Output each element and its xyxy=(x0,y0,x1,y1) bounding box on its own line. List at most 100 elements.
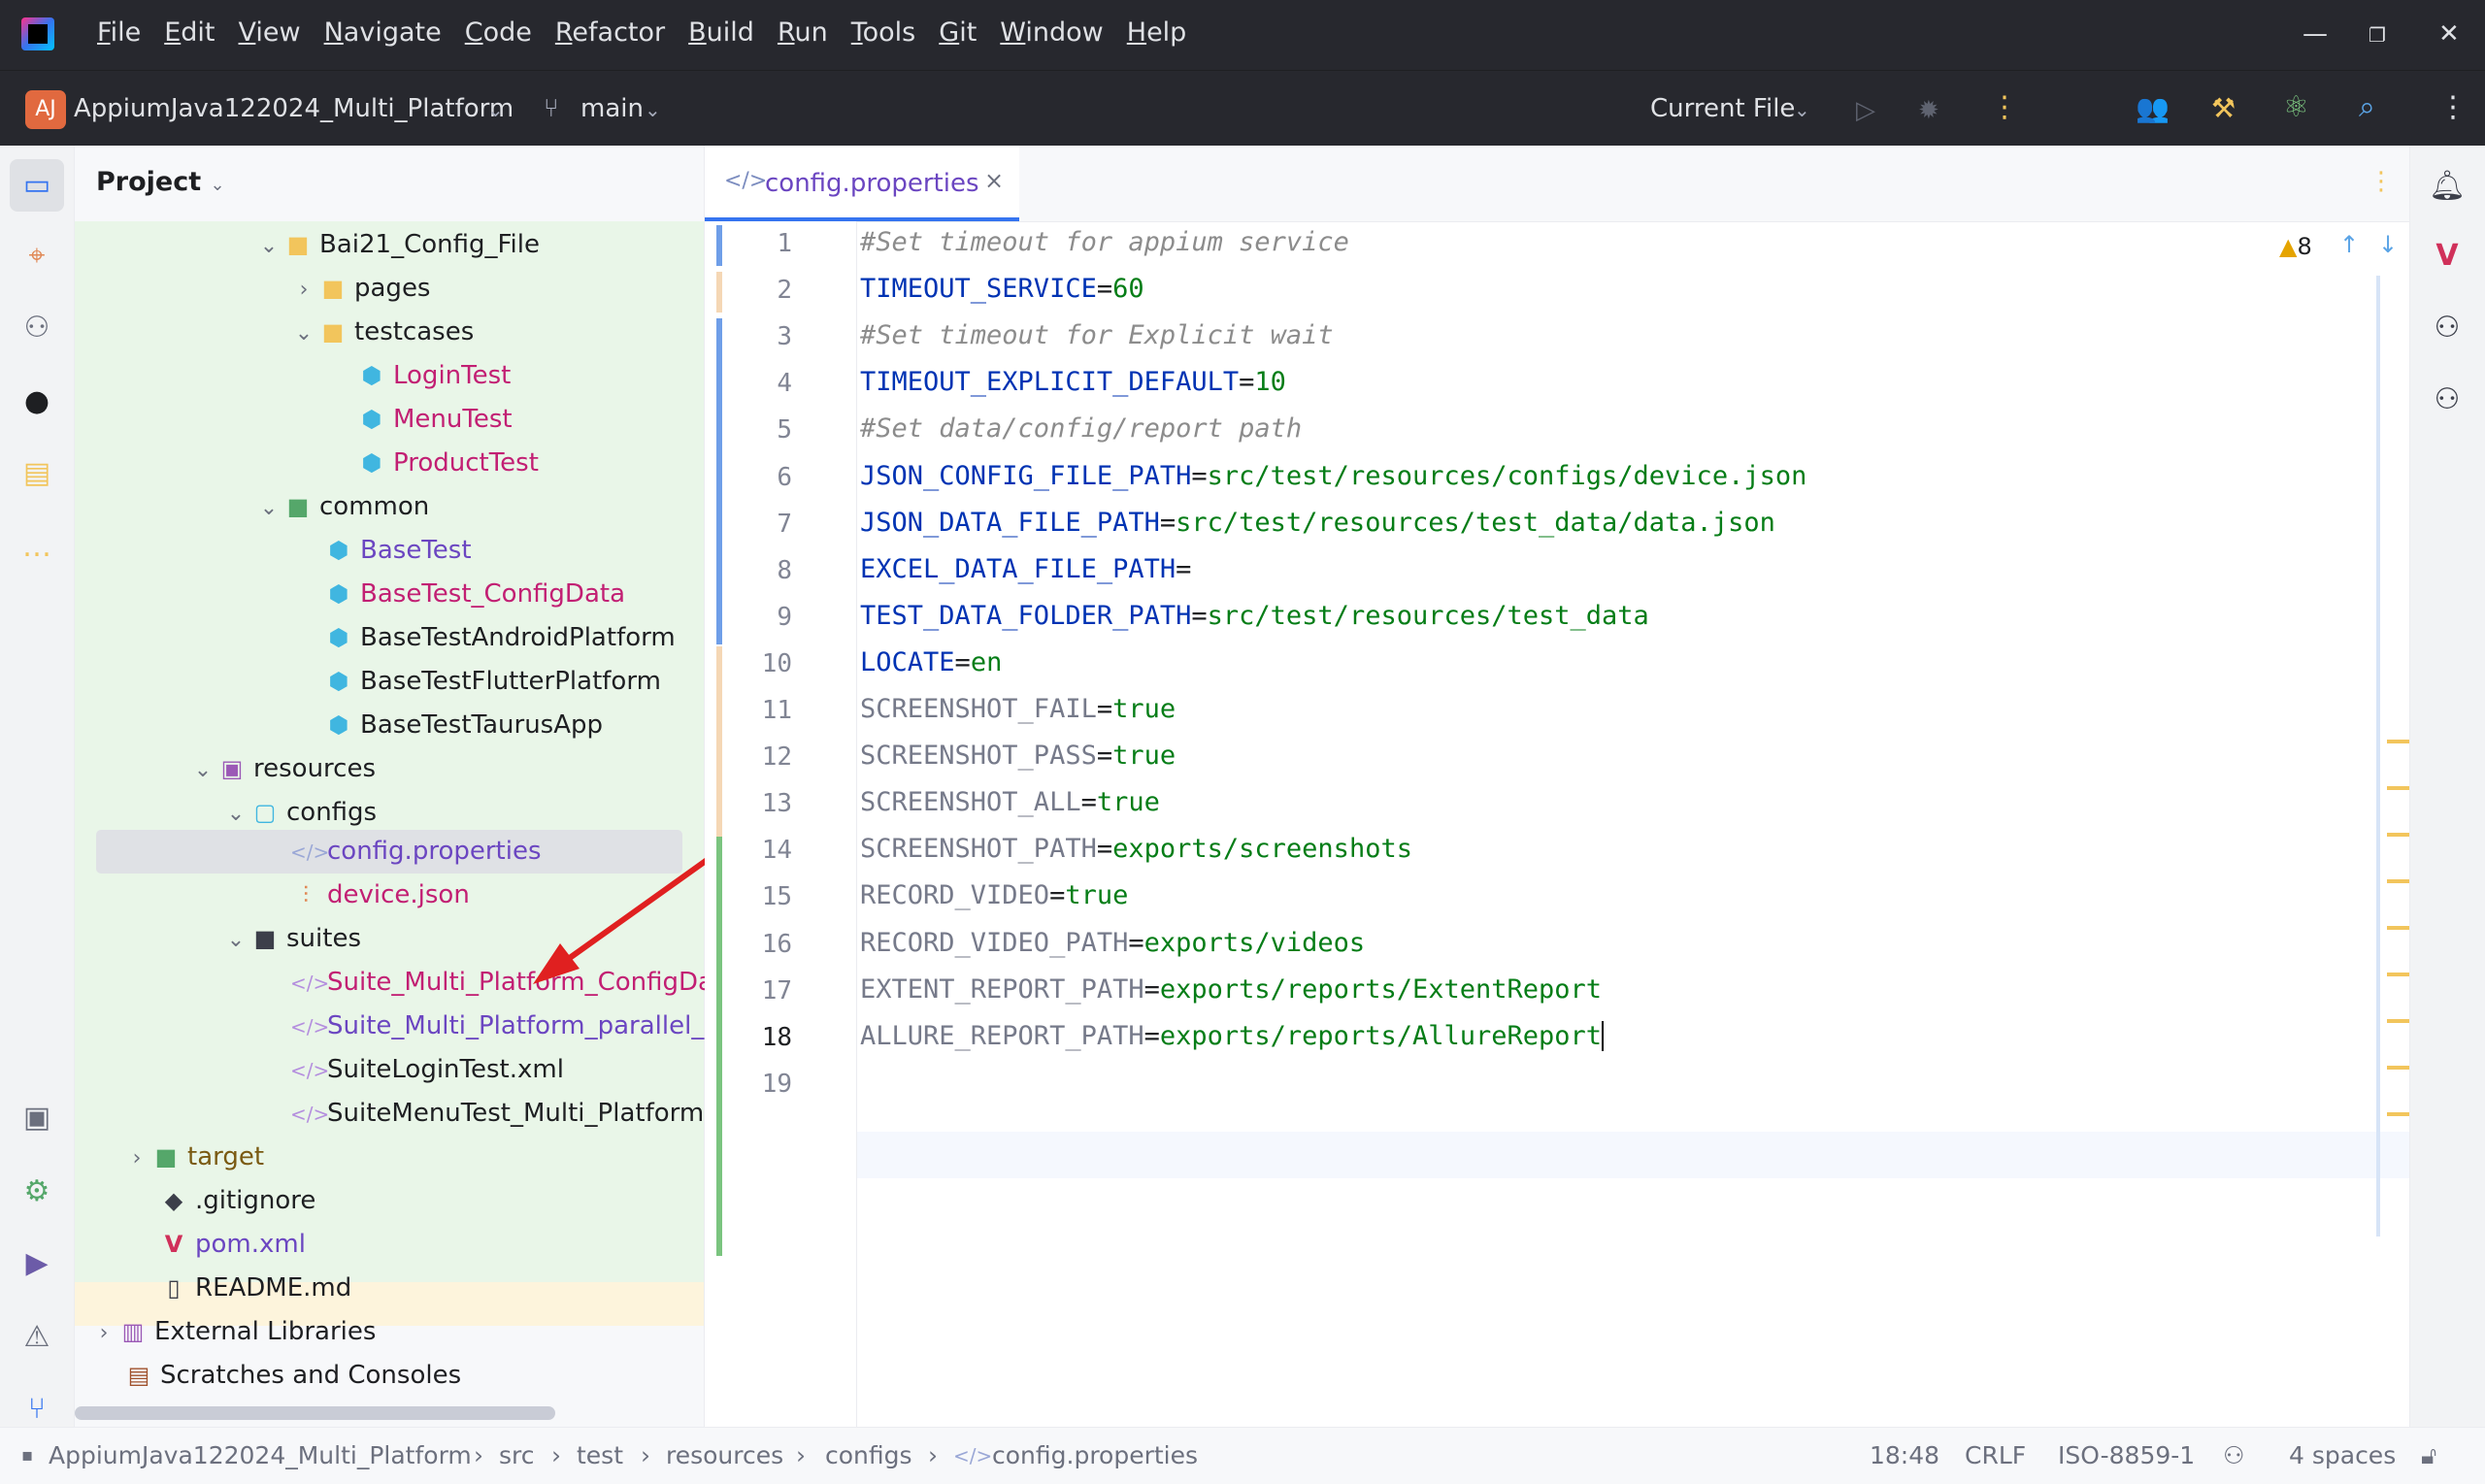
menu-navigate[interactable]: Navigate xyxy=(324,17,442,48)
copilot-icon[interactable]: ⚇ xyxy=(16,307,58,349)
code-line[interactable]: #Set data/config/report path xyxy=(860,413,1302,444)
project-panel-title[interactable]: Project ⌄ xyxy=(96,167,225,197)
breadcrumb-resources[interactable]: resources xyxy=(666,1441,783,1469)
menu-run[interactable]: Run xyxy=(778,17,828,48)
code-line[interactable]: LOCATE=en xyxy=(860,647,1002,677)
code-line[interactable]: EXCEL_DATA_FILE_PATH= xyxy=(860,554,1191,584)
tree-file-basetest[interactable]: ⬢ BaseTest xyxy=(323,529,472,573)
menu-build[interactable]: Build xyxy=(688,17,754,48)
menu-git[interactable]: Git xyxy=(939,17,977,48)
close-tab-icon[interactable]: × xyxy=(984,167,1004,194)
tree-file-pom[interactable]: Vpom.xml xyxy=(158,1223,306,1267)
menu-window[interactable]: Window xyxy=(1000,17,1103,48)
tree-scratches[interactable]: ▤ Scratches and Consoles xyxy=(123,1354,461,1398)
tab-options-icon[interactable]: ⋮ xyxy=(2369,167,2394,196)
project-badge[interactable]: AJ xyxy=(25,90,66,129)
services-icon[interactable]: ▣ xyxy=(16,1097,58,1139)
code-line[interactable]: RECORD_VIDEO=true xyxy=(860,880,1128,910)
code-line[interactable]: EXTENT_REPORT_PATH=exports/reports/Exten… xyxy=(860,974,1602,1005)
git-branch-icon[interactable]: ⑂ xyxy=(16,1388,58,1431)
editor-scrollbar[interactable] xyxy=(2376,276,2380,1237)
indent-setting[interactable]: 4 spaces xyxy=(2289,1441,2396,1469)
menu-refactor[interactable]: Refactor xyxy=(555,17,665,48)
settings-gear-icon[interactable]: ⚙ xyxy=(16,1171,58,1213)
copilot-edits-icon[interactable]: ⚇ xyxy=(2426,379,2468,421)
breadcrumb-configs[interactable]: configs xyxy=(825,1441,912,1469)
warning-stripe[interactable] xyxy=(2387,973,2410,976)
warning-stripe[interactable] xyxy=(2387,879,2410,883)
tree-file-suite-parallel[interactable]: </>Suite_Multi_Platform_parallel_me xyxy=(290,1005,745,1048)
lock-icon[interactable]: 🔓︎ xyxy=(2421,1441,2436,1470)
chevron-down-icon[interactable]: ⌄ xyxy=(1794,98,1810,121)
debug-icon[interactable]: ✹ xyxy=(1918,96,1939,125)
more-tools-icon[interactable]: … xyxy=(16,526,58,569)
restore-icon[interactable]: ❐ xyxy=(2369,23,2386,47)
code-line[interactable]: TEST_DATA_FOLDER_PATH=src/test/resources… xyxy=(860,601,1649,631)
tree-file-producttest[interactable]: ⬢ ProductTest xyxy=(356,442,539,485)
code-line[interactable]: TIMEOUT_EXPLICIT_DEFAULT=10 xyxy=(860,367,1286,397)
code-line[interactable]: ALLURE_REPORT_PATH=exports/reports/Allur… xyxy=(860,1020,1605,1051)
warning-stripe[interactable] xyxy=(2387,926,2410,930)
code-line[interactable]: #Set timeout for Explicit wait xyxy=(860,320,1334,350)
warning-stripe[interactable] xyxy=(2387,833,2410,837)
project-horizontal-scrollbar[interactable] xyxy=(75,1406,555,1420)
tab-config-properties[interactable]: </> config.properties × xyxy=(705,146,1019,221)
project-tool-icon[interactable]: ▭ xyxy=(10,159,64,212)
project-selector[interactable]: AppiumJava122024_Multi_Platform xyxy=(74,94,514,123)
chevron-down-icon[interactable]: ⌄ xyxy=(645,98,661,121)
breadcrumb-src[interactable]: src xyxy=(499,1441,535,1469)
tree-folder-testcases[interactable]: ⌄ ■ testcases xyxy=(290,311,474,354)
tree-folder-target[interactable]: › ■ target xyxy=(123,1136,264,1179)
settings-menu-icon[interactable]: ⋮ xyxy=(2438,90,2468,124)
warnings-indicator[interactable]: ▲8 xyxy=(2279,233,2312,260)
tree-file-menutest[interactable]: ⬢ MenuTest xyxy=(356,398,513,442)
tree-folder-common[interactable]: ⌄ ■ common xyxy=(255,485,429,529)
menu-view[interactable]: View xyxy=(239,17,301,48)
warning-stripe[interactable] xyxy=(2387,1066,2410,1070)
more-actions-icon[interactable]: ⋮ xyxy=(1990,90,2019,124)
tree-folder-bai21[interactable]: ⌄ ■ Bai21_Config_File xyxy=(255,223,540,267)
tree-file-suitelogintest[interactable]: </>SuiteLoginTest.xml xyxy=(290,1048,564,1092)
terminal-icon[interactable]: ▶ xyxy=(16,1242,58,1285)
code-line[interactable]: SCREENSHOT_ALL=true xyxy=(860,787,1160,817)
warning-stripe[interactable] xyxy=(2387,786,2410,790)
tree-file-device-json[interactable]: ⫶ device.json xyxy=(290,874,470,917)
breadcrumb-file[interactable]: config.properties xyxy=(992,1441,1198,1469)
search-icon[interactable]: ⌕ xyxy=(2359,90,2375,124)
maven-icon[interactable]: V xyxy=(2426,235,2468,278)
tree-folder-suites[interactable]: ⌄ ■ suites xyxy=(222,917,361,961)
code-line[interactable]: SCREENSHOT_FAIL=true xyxy=(860,694,1176,724)
menu-edit[interactable]: Edit xyxy=(164,17,215,48)
tools-icon[interactable]: ⚒ xyxy=(2211,92,2236,124)
code-line[interactable]: RECORD_VIDEO_PATH=exports/videos xyxy=(860,928,1365,958)
code-line[interactable]: SCREENSHOT_PASS=true xyxy=(860,741,1176,771)
run-config-selector[interactable]: Current File xyxy=(1650,94,1795,123)
warning-stripe[interactable] xyxy=(2387,1019,2410,1023)
code-line[interactable]: JSON_DATA_FILE_PATH=src/test/resources/t… xyxy=(860,508,1775,538)
menu-code[interactable]: Code xyxy=(465,17,532,48)
github-icon[interactable]: ● xyxy=(16,380,58,423)
caret-position[interactable]: 18:48 xyxy=(1870,1441,1939,1469)
file-encoding[interactable]: ISO-8859-1 xyxy=(2058,1441,2195,1469)
breadcrumb-test[interactable]: test xyxy=(577,1441,623,1469)
warning-stripe[interactable] xyxy=(2387,1112,2410,1116)
notifications-icon[interactable]: 🔔︎ xyxy=(2426,165,2468,208)
tree-external-libraries[interactable]: › ▥ External Libraries xyxy=(90,1310,377,1354)
menu-tools[interactable]: Tools xyxy=(851,17,916,48)
code-with-me-icon[interactable]: 👥 xyxy=(2136,92,2170,124)
intellij-logo-icon[interactable] xyxy=(21,17,54,50)
code-line[interactable]: JSON_CONFIG_FILE_PATH=src/test/resources… xyxy=(860,461,1806,491)
code-line[interactable]: SCREENSHOT_PATH=exports/screenshots xyxy=(860,834,1412,864)
branch-selector[interactable]: main xyxy=(580,94,644,123)
structure-icon[interactable]: ▤ xyxy=(16,452,58,495)
tree-folder-pages[interactable]: › ■ pages xyxy=(290,267,431,311)
warning-stripe[interactable] xyxy=(2387,740,2410,743)
tree-folder-resources[interactable]: ⌄ ▣ resources xyxy=(189,747,376,791)
ai-assistant-icon[interactable]: ⚛ xyxy=(2283,90,2309,124)
problems-icon[interactable]: ⚠ xyxy=(16,1316,58,1359)
tree-file-gitignore[interactable]: ◆ .gitignore xyxy=(158,1179,316,1223)
minimize-icon[interactable]: — xyxy=(2303,19,2328,49)
tree-file-logintest[interactable]: ⬢ LoginTest xyxy=(356,354,512,398)
code-line[interactable]: #Set timeout for appium service xyxy=(860,227,1349,257)
menu-help[interactable]: Help xyxy=(1127,17,1187,48)
